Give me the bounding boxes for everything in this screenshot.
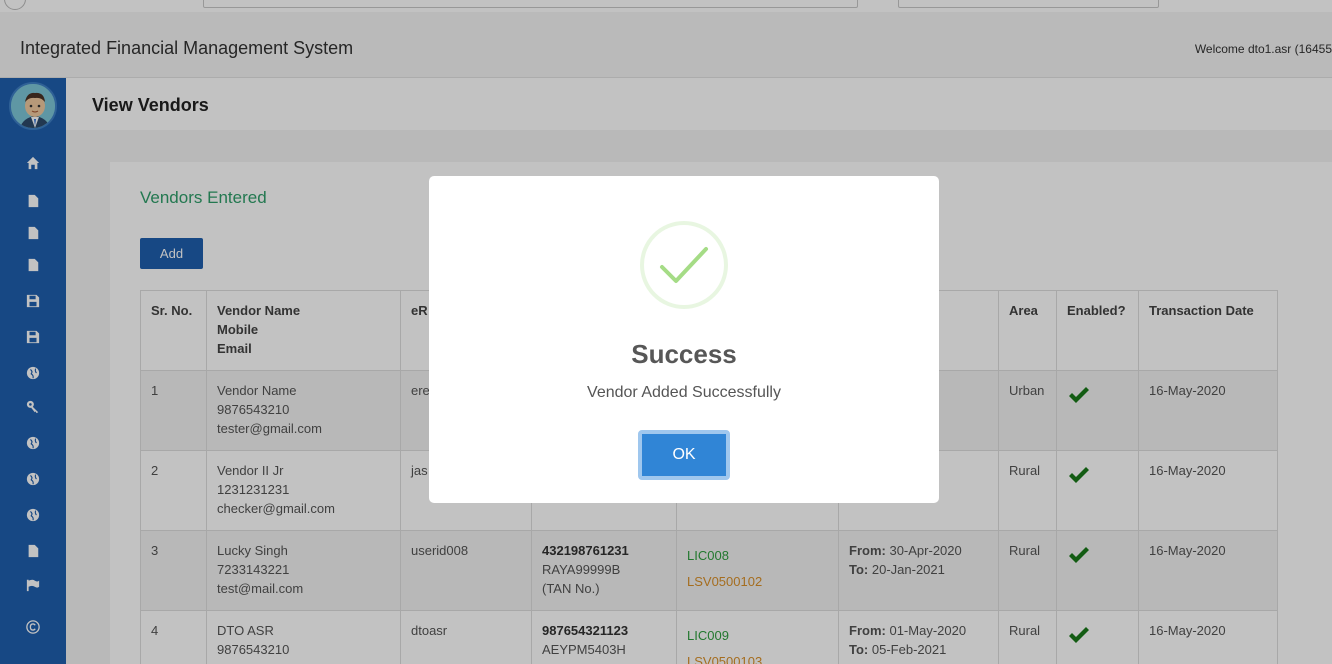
success-dialog: Success Vendor Added Successfully OK [429, 176, 939, 503]
success-check-icon [640, 221, 728, 309]
modal-overlay[interactable]: Success Vendor Added Successfully OK [0, 0, 1332, 664]
dialog-title: Success [631, 339, 737, 369]
dialog-message: Vendor Added Successfully [587, 384, 781, 401]
ok-button[interactable]: OK [638, 430, 730, 480]
